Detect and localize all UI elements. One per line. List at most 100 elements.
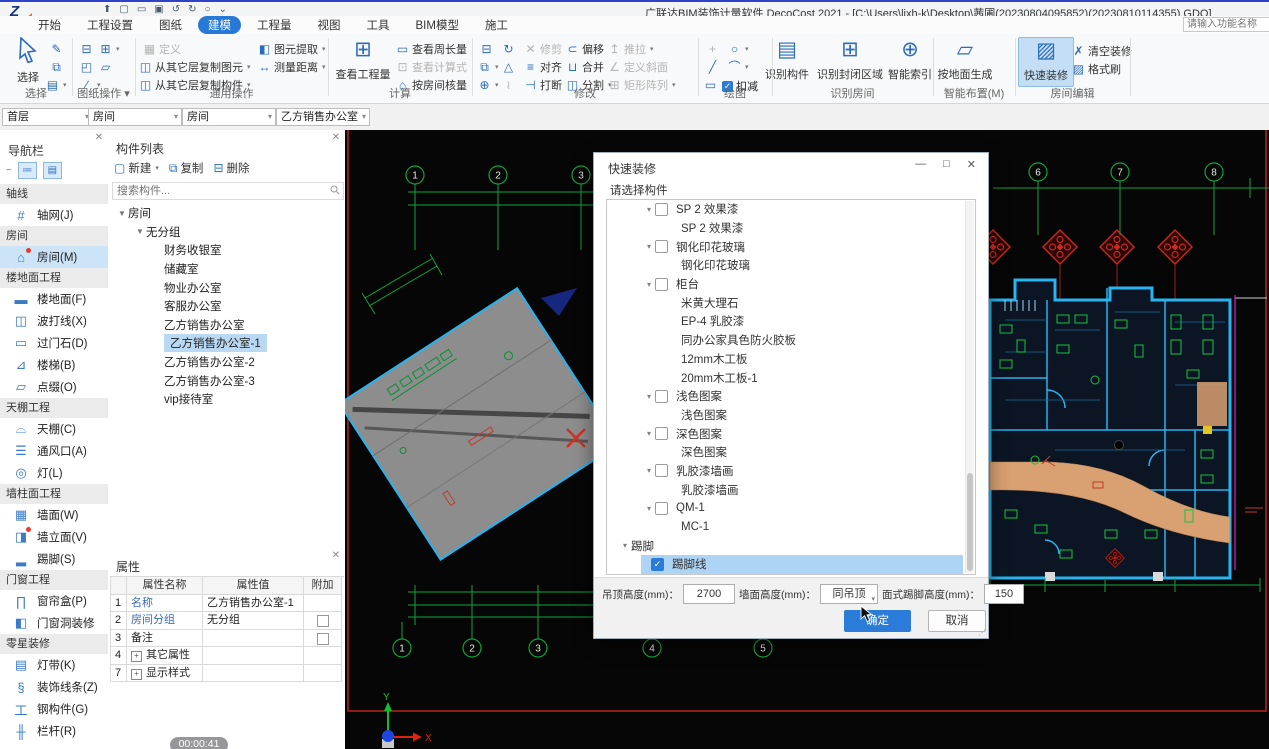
checkbox-unchecked-icon[interactable]: [655, 278, 668, 291]
collapse-arrow-icon[interactable]: ▾: [619, 541, 631, 550]
expand-icon[interactable]: +: [131, 669, 142, 680]
scrollbar[interactable]: [965, 201, 974, 573]
redo-icon[interactable]: ↻: [188, 4, 196, 16]
dialog-tree-item-钢化印花玻璃[interactable]: 钢化印花玻璃: [607, 256, 975, 275]
measure-button[interactable]: ↔测量距离▾: [258, 60, 326, 74]
list-item-财务收银室[interactable]: 财务收银室: [108, 241, 343, 260]
sidebar-item-踢脚(S)[interactable]: ▂踢脚(S): [0, 548, 108, 570]
property-value[interactable]: [203, 630, 304, 648]
close-icon[interactable]: ✕: [95, 132, 103, 143]
tab-建模[interactable]: 建模: [198, 16, 241, 34]
clear-button[interactable]: ✗清空装修: [1072, 44, 1132, 58]
component-button[interactable]: ▤识别构件: [758, 37, 816, 82]
merge-button[interactable]: ⊔合并: [566, 60, 604, 74]
list-item-乙方销售办公室-1[interactable]: 乙方销售办公室-1: [108, 334, 343, 353]
checkbox-unchecked-icon[interactable]: [655, 427, 668, 440]
card-view-icon[interactable]: ▤: [43, 162, 62, 179]
maximize-icon[interactable]: □: [943, 158, 950, 171]
checkbox-unchecked-icon[interactable]: [655, 240, 668, 253]
property-value[interactable]: 无分组: [203, 612, 304, 630]
checkbox-checked-icon[interactable]: ✓: [651, 558, 664, 571]
dialog-tree-item-EP-4 乳胶漆[interactable]: EP-4 乳胶漆: [607, 312, 975, 331]
property-value[interactable]: [203, 647, 304, 665]
context-select-0[interactable]: 首层▾: [2, 108, 93, 126]
sidebar-item-天棚(C)[interactable]: ⌓天棚(C): [0, 418, 108, 440]
pushpull-button[interactable]: ↥推拉▾: [608, 42, 654, 56]
close-icon[interactable]: ✕: [332, 132, 340, 143]
tree-node-group[interactable]: ▼无分组: [108, 223, 343, 242]
height-input-0[interactable]: 2700: [683, 584, 735, 604]
dialog-tree-item-SP 2 效果漆[interactable]: ▾SP 2 效果漆: [607, 200, 975, 219]
sidebar-item-楼梯(B)[interactable]: ⊿楼梯(B): [0, 354, 108, 376]
tab-开始[interactable]: 开始: [28, 16, 71, 34]
sidebar-item-栏杆(R)[interactable]: ╫栏杆(R): [0, 720, 108, 742]
dialog-tree-item-米黄大理石[interactable]: 米黄大理石: [607, 293, 975, 312]
select-tool-button[interactable]: 选择: [6, 37, 50, 85]
tree-node-root[interactable]: ▼房间: [108, 204, 343, 223]
sidebar-item-楼地面(F)[interactable]: ▬楼地面(F): [0, 288, 108, 310]
list-item-乙方销售办公室[interactable]: 乙方销售办公室: [108, 316, 343, 335]
close-icon[interactable]: ✕: [332, 550, 340, 561]
minimize-icon[interactable]: —: [915, 158, 926, 171]
context-select-1[interactable]: 房间▾: [88, 108, 182, 126]
sidebar-item-装饰线条(Z)[interactable]: §装饰线条(Z): [0, 676, 108, 698]
floor_gen-button[interactable]: ▱按地面生成: [934, 37, 996, 82]
collapse-arrow-icon[interactable]: ▾: [643, 504, 655, 513]
list-view-icon[interactable]: ≔: [18, 162, 37, 179]
modify-delete-button[interactable]: ⊟: [480, 42, 493, 56]
dialog-tree-item-SP 2 效果漆[interactable]: SP 2 效果漆: [607, 219, 975, 238]
sheet-new-button[interactable]: ▱: [99, 60, 112, 74]
checkbox-unchecked-icon[interactable]: [655, 203, 668, 216]
rotate-button[interactable]: ↻: [502, 42, 515, 56]
ok-button[interactable]: 确定: [844, 610, 911, 632]
draw-arc-button[interactable]: ⌒▾: [728, 60, 749, 74]
dialog-tree-item-同办公家具色防火胶板[interactable]: 同办公家具色防火胶板: [607, 331, 975, 350]
dialog-tree-item-深色图案[interactable]: 深色图案: [607, 443, 975, 462]
copy_elem-button[interactable]: ◫从其它层复制图元▾: [139, 60, 251, 74]
qat-more-icon[interactable]: ⌄: [219, 4, 227, 16]
dialog-tree-item-20mm木工板-1[interactable]: 20mm木工板-1: [607, 368, 975, 387]
collapse-arrow-icon[interactable]: ▾: [643, 392, 655, 401]
copy-component-button[interactable]: ⧉复制: [169, 160, 204, 176]
draw-line-button[interactable]: ╱: [706, 60, 719, 74]
dialog-tree-item-12mm木工板[interactable]: 12mm木工板: [607, 350, 975, 369]
sidebar-item-钢构件(G)[interactable]: 工钢构件(G): [0, 698, 108, 720]
sidebar-item-墙面(W)[interactable]: ▦墙面(W): [0, 504, 108, 526]
tab-视图[interactable]: 视图: [308, 16, 351, 34]
table-row[interactable]: 7+显示样式: [111, 665, 344, 683]
point-button[interactable]: +: [706, 42, 719, 56]
sidebar-item-门窗洞装修[interactable]: ◧门窗洞装修: [0, 612, 108, 634]
dialog-tree-item-柜台[interactable]: ▾柜台: [607, 275, 975, 294]
dialog-tree-item-QM-1[interactable]: ▾QM-1: [607, 499, 975, 518]
context-select-3[interactable]: 乙方销售办公室▾: [276, 108, 370, 126]
list-item-储藏室[interactable]: 储藏室: [108, 260, 343, 279]
function-search-input[interactable]: [1183, 17, 1269, 32]
wall-height-select[interactable]: 同吊顶▾: [820, 584, 878, 604]
undo-icon[interactable]: ↺: [172, 4, 180, 16]
align-button[interactable]: ≡对齐: [524, 60, 562, 74]
sidebar-item-灯(L)[interactable]: ◎灯(L): [0, 462, 108, 484]
sidebar-item-灯带(K)[interactable]: ▤灯带(K): [0, 654, 108, 676]
tab-工程量[interactable]: 工程量: [247, 16, 302, 34]
checkbox-unchecked-icon[interactable]: [317, 615, 329, 627]
collapse-arrow-icon[interactable]: ▾: [643, 205, 655, 214]
list-item-乙方销售办公室-2[interactable]: 乙方销售办公室-2: [108, 353, 343, 372]
table-row[interactable]: 2房间分组无分组: [111, 612, 344, 630]
sidebar-item-过门石(D)[interactable]: ▭过门石(D): [0, 332, 108, 354]
tab-工具[interactable]: 工具: [357, 16, 400, 34]
save-icon[interactable]: ▣: [154, 4, 163, 16]
quick-button[interactable]: ▨快速装修: [1018, 37, 1074, 87]
scrollbar-thumb[interactable]: [967, 473, 973, 571]
new-component-button[interactable]: ▢新建▾: [114, 160, 159, 176]
height-input-2[interactable]: 150: [984, 584, 1024, 604]
sidebar-item-墙立面(V)[interactable]: ◨墙立面(V): [0, 526, 108, 548]
offset-button[interactable]: ⊂偏移: [566, 42, 604, 56]
new-file-icon[interactable]: ▢: [119, 4, 128, 16]
dialog-tree-item-深色图案[interactable]: ▾深色图案: [607, 424, 975, 443]
sidebar-item-通风口(A)[interactable]: ☰通风口(A): [0, 440, 108, 462]
list-item-物业办公室[interactable]: 物业办公室: [108, 278, 343, 297]
dialog-tree-item-浅色图案[interactable]: ▾浅色图案: [607, 387, 975, 406]
slope-button[interactable]: ∠定义斜面: [608, 60, 668, 74]
dialog-tree-item-乳胶漆墙画[interactable]: ▾乳胶漆墙画: [607, 462, 975, 481]
delete-component-button[interactable]: ⊟删除: [213, 160, 249, 176]
